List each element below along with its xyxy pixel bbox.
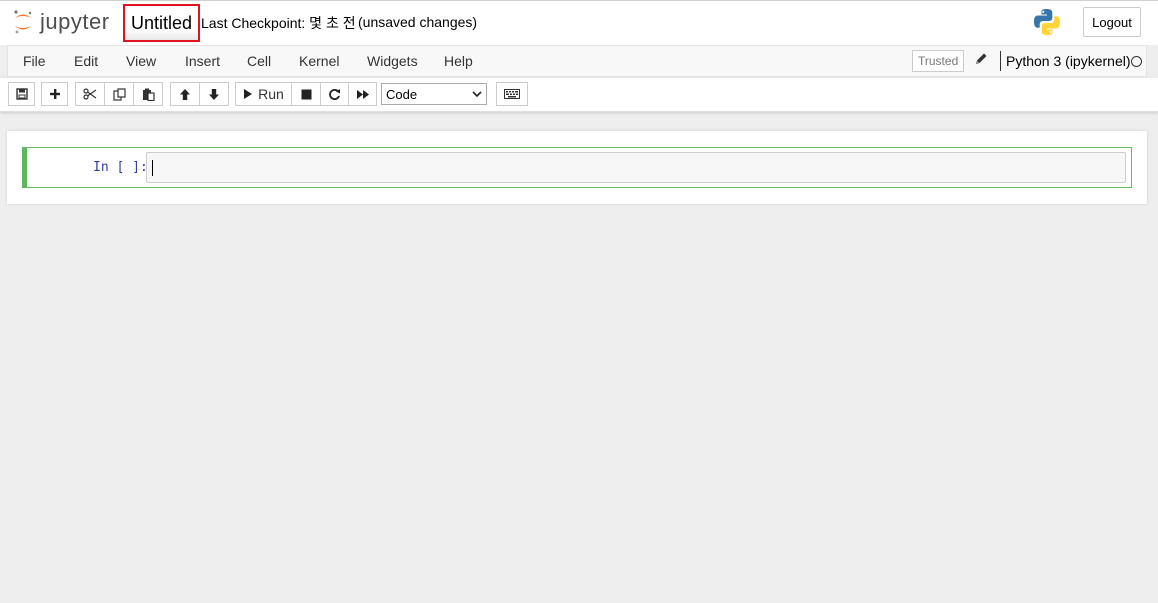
menu-view[interactable]: View [126, 53, 156, 69]
autosave-status: (unsaved changes) [358, 14, 478, 30]
toolbar: Run Code [0, 78, 1158, 112]
menu-help[interactable]: Help [444, 53, 473, 69]
move-down-button[interactable] [199, 82, 229, 106]
chevron-down-icon [472, 91, 482, 98]
cut-icon [83, 88, 97, 100]
trusted-indicator[interactable]: Trusted [912, 50, 965, 72]
save-icon [15, 88, 28, 100]
cut-button[interactable] [75, 82, 105, 106]
plus-icon [49, 89, 60, 99]
text-cursor [152, 160, 153, 176]
cell-input-editor[interactable] [146, 152, 1126, 183]
play-icon [244, 89, 253, 99]
menu-file[interactable]: File [23, 53, 46, 69]
cell-type-value: Code [386, 86, 418, 102]
python-logo-icon [1032, 7, 1062, 40]
fast-forward-icon [356, 89, 369, 99]
kernel-separator [1000, 51, 1001, 71]
code-cell[interactable]: In [ ]: [22, 147, 1132, 188]
copy-button[interactable] [104, 82, 134, 106]
arrow-down-icon [209, 88, 219, 100]
menu-edit[interactable]: Edit [74, 53, 98, 69]
jupyter-logo[interactable]: jupyter [12, 7, 110, 37]
cell-type-select[interactable]: Code [381, 83, 487, 105]
pencil-icon[interactable] [975, 52, 988, 68]
run-label: Run [258, 86, 284, 102]
copy-icon [112, 87, 126, 101]
paste-icon [142, 88, 155, 101]
run-button[interactable]: Run [235, 82, 292, 106]
kernel-idle-indicator-icon [1131, 56, 1142, 67]
notebook-name[interactable]: Untitled [123, 4, 201, 42]
kernel-name[interactable]: Python 3 (ipykernel) [1006, 53, 1131, 69]
stop-icon [301, 89, 311, 99]
keyboard-icon [504, 89, 520, 99]
restart-button[interactable] [320, 82, 349, 106]
menu-cell[interactable]: Cell [247, 53, 271, 69]
menu-widgets[interactable]: Widgets [367, 53, 418, 69]
menu-insert[interactable]: Insert [185, 53, 220, 69]
input-prompt: In [ ]: [93, 160, 148, 175]
save-button[interactable] [8, 82, 35, 106]
logout-button[interactable]: Logout [1083, 7, 1141, 37]
move-up-button[interactable] [170, 82, 200, 106]
checkpoint-status: Last Checkpoint: 몇 초 전 [201, 15, 356, 31]
paste-button[interactable] [133, 82, 163, 106]
menu-kernel[interactable]: Kernel [299, 53, 339, 69]
notebook-container: In [ ]: [7, 131, 1147, 204]
restart-icon [329, 88, 340, 100]
insert-cell-button[interactable] [41, 82, 68, 106]
interrupt-button[interactable] [291, 82, 321, 106]
jupyter-logo-icon [14, 10, 32, 34]
logo-text: jupyter [40, 9, 110, 34]
command-palette-button[interactable] [496, 82, 528, 106]
header: jupyter Untitled Last Checkpoint: 몇 초 전 … [0, 0, 1158, 45]
arrow-up-icon [180, 88, 190, 100]
restart-run-all-button[interactable] [348, 82, 377, 106]
menubar: File Edit View Insert Cell Kernel Widget… [7, 45, 1147, 77]
